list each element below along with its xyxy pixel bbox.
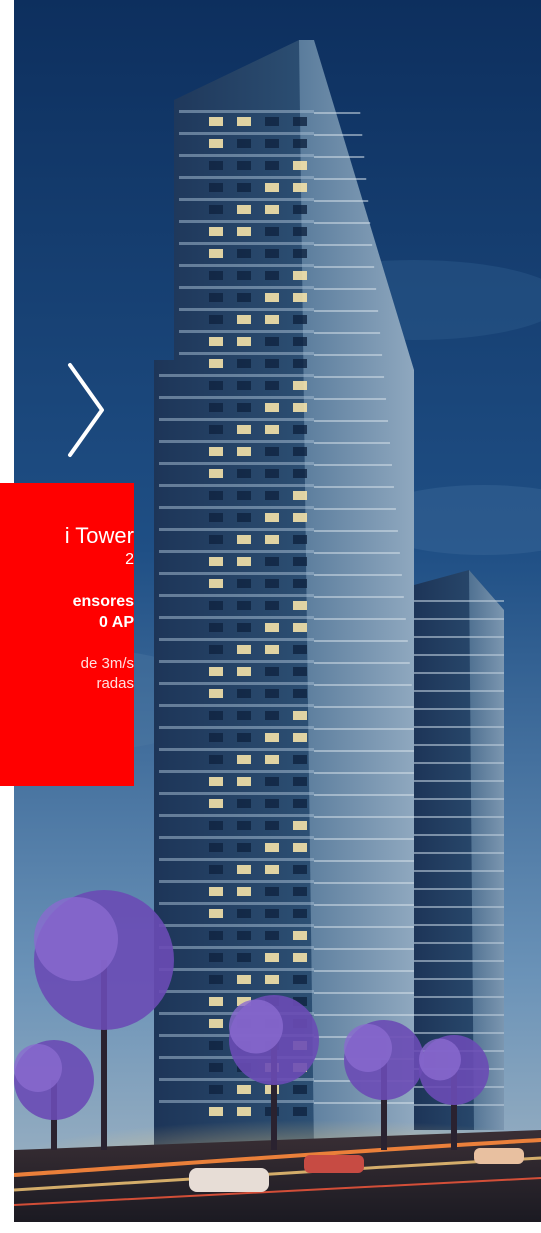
building-name: i Tower: [64, 523, 134, 548]
next-slide-button[interactable]: [60, 360, 110, 460]
slide-caption-card: i Tower 2 ensores 0 AP de 3m/s radas: [0, 483, 134, 786]
chevron-right-icon: [68, 363, 104, 457]
page: i Tower 2 ensores 0 AP de 3m/s radas: [0, 0, 541, 1233]
spec-line-1: ensores: [72, 593, 134, 610]
caption-text: i Tower 2 ensores 0 AP de 3m/s radas: [0, 523, 134, 694]
building-subtitle: 2: [125, 551, 134, 568]
detail-line-1: de 3m/s: [80, 655, 134, 672]
detail-line-2: radas: [96, 675, 134, 692]
spec-line-2: 0 AP: [99, 614, 134, 631]
